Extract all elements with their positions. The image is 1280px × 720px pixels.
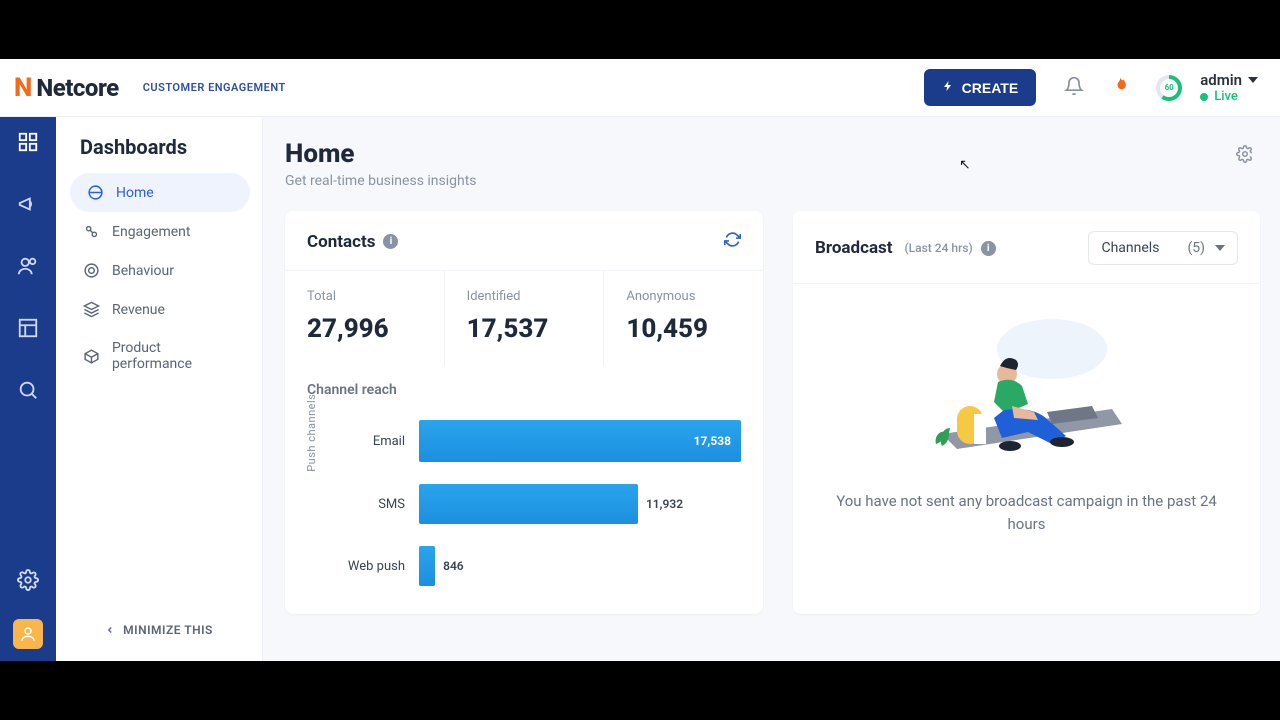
sidebar-item-engagement[interactable]: Engagement — [56, 212, 262, 251]
sidebar-item-label: Revenue — [112, 302, 165, 318]
stat-identified: Identified 17,537 — [445, 271, 605, 366]
user-menu[interactable]: admin Live — [1200, 71, 1258, 104]
rail-profile-icon[interactable] — [13, 619, 43, 649]
chevron-down-icon — [1248, 77, 1258, 83]
empty-illustration — [912, 314, 1142, 464]
page-settings-button[interactable] — [1230, 139, 1260, 173]
score-ring[interactable]: 60 — [1156, 75, 1182, 101]
status-badge: Live — [1200, 89, 1238, 104]
minimize-sidebar-button[interactable]: MINIMIZE THIS — [56, 609, 262, 651]
rail-megaphone-icon[interactable] — [17, 193, 39, 219]
channels-dropdown[interactable]: Channels (5) — [1088, 231, 1238, 265]
bar-email: 17,538 — [419, 420, 741, 462]
sidebar-item-home[interactable]: Home — [70, 173, 250, 212]
sidebar-title: Dashboards — [56, 135, 262, 173]
broadcast-title: Broadcast (Last 24 hrs) i — [815, 238, 996, 258]
sidebar-item-revenue[interactable]: Revenue — [56, 290, 262, 329]
bar-row-email: Email 17,538 — [341, 420, 741, 462]
create-button[interactable]: CREATE — [924, 69, 1037, 106]
sidebar-item-label: Engagement — [112, 224, 190, 240]
top-header: N Netcore CUSTOMER ENGAGEMENT CREATE 60 … — [0, 59, 1280, 117]
stat-total: Total 27,996 — [285, 271, 445, 366]
page-subtitle: Get real-time business insights — [285, 173, 477, 189]
sidebar-item-label: Product performance — [112, 340, 244, 372]
broadcast-card: Broadcast (Last 24 hrs) i Channels (5) — [793, 211, 1260, 614]
info-icon[interactable]: i — [383, 234, 398, 249]
chart-y-axis-label: Push channels — [305, 394, 318, 472]
brand-mark: N — [14, 73, 30, 103]
contacts-title: Contacts i — [307, 232, 398, 252]
bar-row-webpush: Web push 846 — [341, 546, 741, 586]
rail-dashboard-icon[interactable] — [17, 131, 39, 157]
rail-settings-icon[interactable] — [17, 569, 39, 595]
bell-icon[interactable] — [1064, 76, 1084, 100]
sidebar-item-label: Behaviour — [112, 263, 174, 279]
refresh-button[interactable] — [724, 231, 741, 252]
flame-icon[interactable] — [1110, 76, 1130, 100]
rail-contacts-icon[interactable] — [17, 255, 39, 281]
contacts-card: Contacts i Total 27,996 Ident — [285, 211, 763, 614]
rail-search-icon[interactable] — [17, 379, 39, 405]
bar-row-sms: SMS 11,932 — [341, 484, 741, 524]
broadcast-empty-text: You have not sent any broadcast campaign… — [823, 490, 1230, 535]
info-icon[interactable]: i — [981, 241, 996, 256]
nav-rail — [0, 117, 56, 661]
bolt-icon — [942, 79, 954, 96]
brand-subline: CUSTOMER ENGAGEMENT — [143, 81, 286, 94]
brand-name: Netcore — [36, 74, 118, 102]
stat-anonymous: Anonymous 10,459 — [604, 271, 763, 366]
channel-reach-label: Channel reach — [307, 382, 741, 398]
main-content: ↖ Home Get real-time business insights C… — [263, 117, 1280, 661]
sidebar: Dashboards Home Engagement Behaviour Rev… — [56, 117, 263, 661]
sidebar-item-behaviour[interactable]: Behaviour — [56, 251, 262, 290]
rail-content-icon[interactable] — [17, 317, 39, 343]
broadcast-empty-state: You have not sent any broadcast campaign… — [793, 284, 1260, 545]
bar-webpush — [419, 546, 435, 586]
sidebar-item-product[interactable]: Product performance — [56, 329, 262, 383]
sidebar-item-label: Home — [116, 185, 154, 201]
chevron-down-icon — [1215, 245, 1225, 251]
page-title: Home — [285, 139, 477, 169]
bar-sms — [419, 484, 638, 524]
brand-logo: N Netcore — [14, 73, 119, 103]
channel-reach-chart: Push channels Email 17,538 SMS 11,932 We… — [307, 420, 741, 586]
